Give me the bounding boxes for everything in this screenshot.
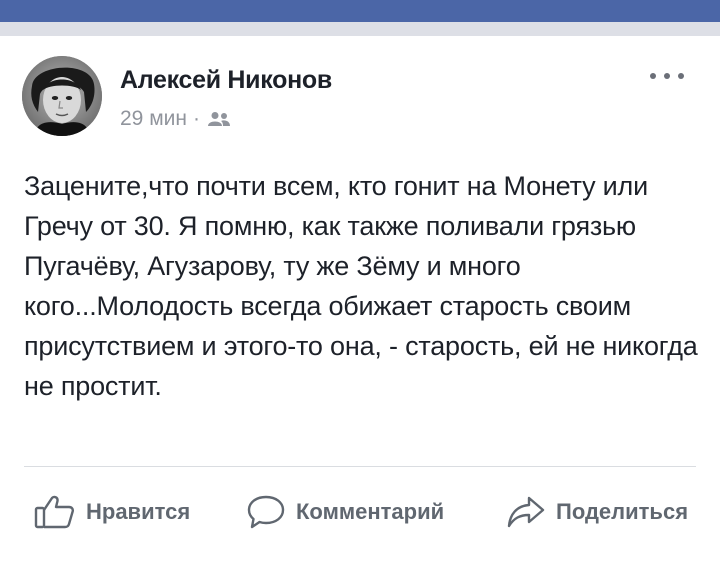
post-meta: 29 мин ·: [120, 106, 231, 132]
share-label: Поделиться: [556, 499, 689, 524]
divider: [24, 466, 696, 467]
comment-bubble-icon: [246, 494, 286, 530]
avatar-photo: [22, 56, 102, 136]
share-button[interactable]: Поделиться: [506, 490, 688, 534]
share-arrow-icon: [506, 495, 546, 529]
post-actions: Нравится Комментарий Поделиться: [0, 490, 720, 534]
more-options-icon[interactable]: [650, 68, 684, 84]
more-dot: [678, 73, 684, 79]
meta-separator: ·: [192, 107, 200, 130]
top-navigation-bar: [0, 0, 720, 22]
more-dot: [650, 73, 656, 79]
like-button[interactable]: Нравится: [34, 490, 190, 534]
post-card: Алексей Никонов 29 мин · Зацените,что по…: [0, 36, 720, 564]
thumbs-up-icon: [34, 495, 76, 529]
more-dot: [664, 73, 670, 79]
post-author-name[interactable]: Алексей Никонов: [120, 66, 332, 95]
post-timestamp[interactable]: 29 мин: [120, 107, 187, 131]
like-label: Нравится: [86, 499, 191, 524]
comment-label: Комментарий: [296, 499, 445, 524]
feed-separator: [0, 22, 720, 36]
comment-button[interactable]: Комментарий: [246, 490, 444, 534]
friends-icon[interactable]: [207, 111, 231, 127]
avatar[interactable]: [22, 56, 102, 136]
post-text: Зацените,что почти всем, кто гонит на Мо…: [24, 171, 698, 401]
